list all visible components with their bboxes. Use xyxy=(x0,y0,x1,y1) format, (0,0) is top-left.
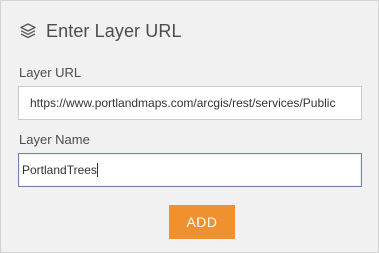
layer-url-input[interactable]: https://www.portlandmaps.com/arcgis/rest… xyxy=(18,86,362,120)
layer-name-input[interactable]: PortlandTrees xyxy=(18,153,362,187)
text-caret xyxy=(96,162,98,177)
layer-url-value: https://www.portlandmaps.com/arcgis/rest… xyxy=(30,96,336,110)
panel-header: Enter Layer URL xyxy=(18,19,182,43)
enter-layer-url-panel: Enter Layer URL Layer URL https://www.po… xyxy=(0,0,379,253)
add-button[interactable]: ADD xyxy=(169,205,235,239)
layers-icon xyxy=(18,21,38,41)
layer-url-label: Layer URL xyxy=(19,65,82,80)
layer-name-label: Layer Name xyxy=(19,132,90,147)
layer-name-value: PortlandTrees xyxy=(22,163,97,177)
panel-title: Enter Layer URL xyxy=(46,21,182,41)
